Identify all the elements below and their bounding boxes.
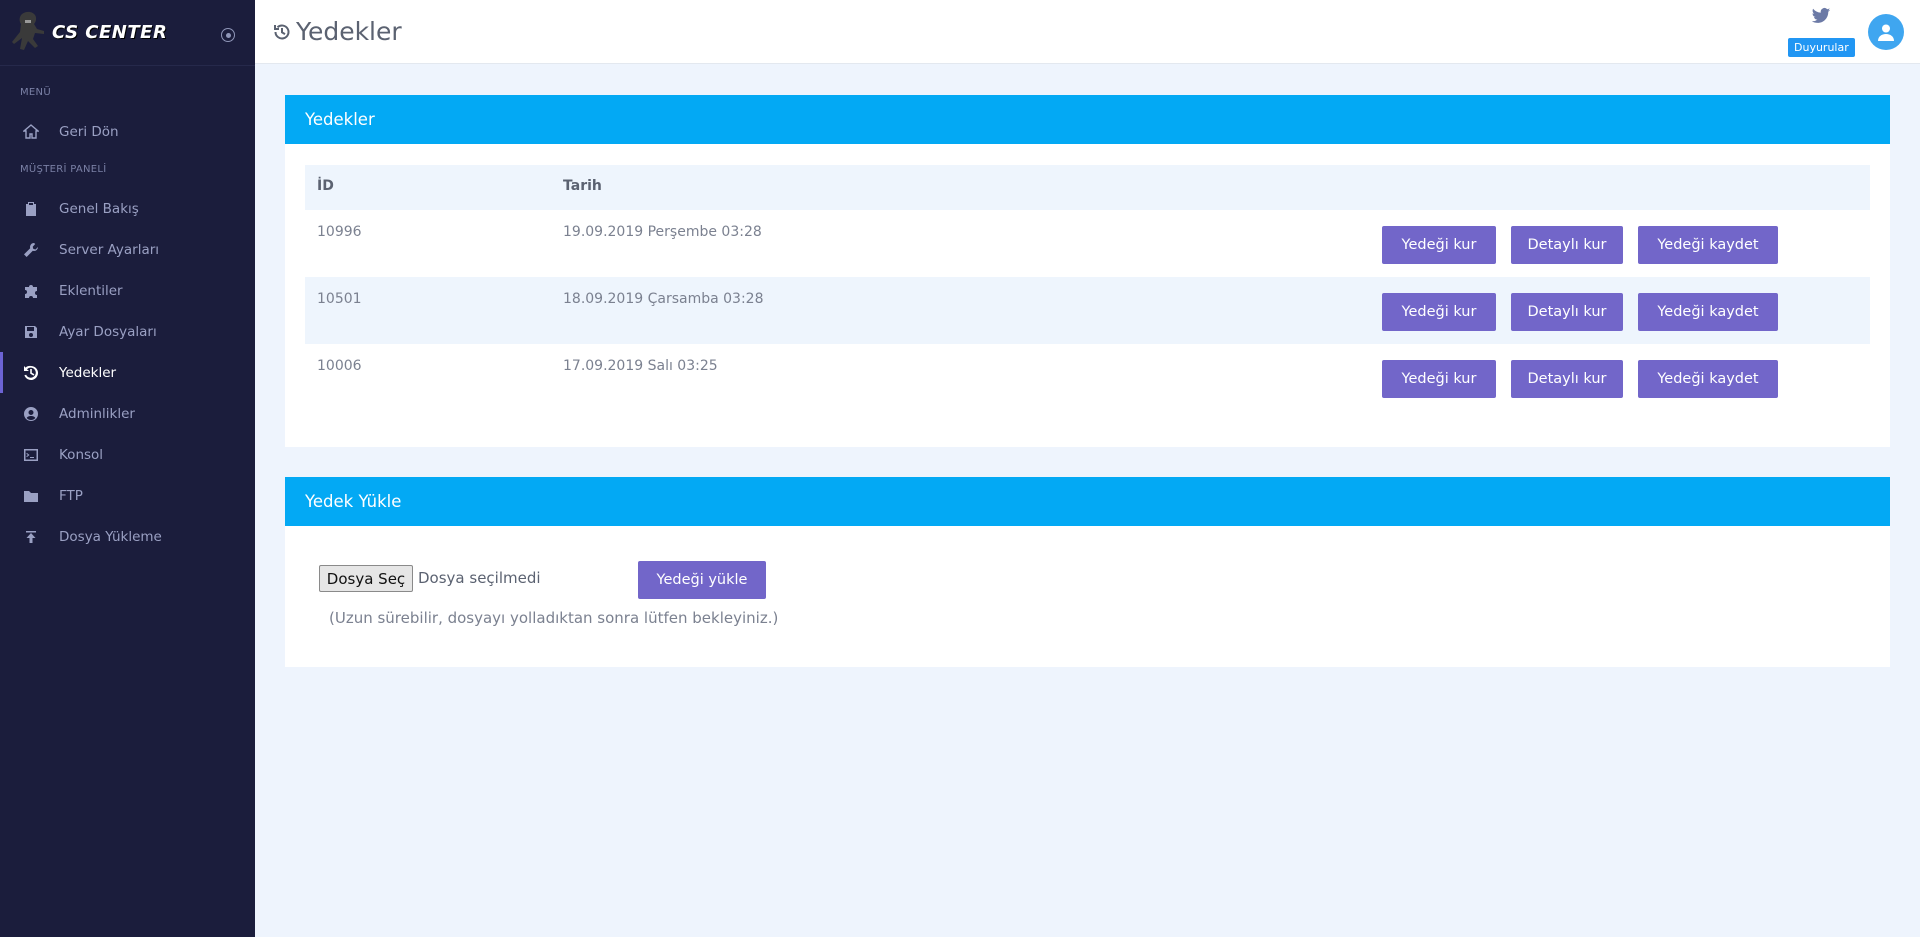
- restore-button[interactable]: Yedeği kur: [1382, 226, 1496, 264]
- backups-card: Yedekler İD Tarih 10996 19.09.2019 Perşe…: [285, 95, 1890, 447]
- table-header: İD Tarih: [305, 165, 1870, 210]
- brand: CS CENTER: [0, 0, 255, 66]
- sidebar-item-genel-bakis[interactable]: Genel Bakış: [0, 188, 255, 229]
- sidebar-item-label: FTP: [59, 487, 83, 504]
- sidebar-item-yedekler[interactable]: Yedekler: [0, 352, 255, 393]
- restore-button[interactable]: Yedeği kur: [1382, 360, 1496, 398]
- row-id: 10501: [317, 291, 362, 307]
- backups-table: İD Tarih 10996 19.09.2019 Perşembe 03:28…: [305, 165, 1870, 411]
- brand-name: CS CENTER: [52, 22, 168, 43]
- column-date: Tarih: [563, 178, 602, 194]
- sidebar-toggle-icon[interactable]: [221, 28, 235, 42]
- detailed-restore-button[interactable]: Detaylı kur: [1511, 293, 1623, 331]
- upload-backup-button[interactable]: Yedeği yükle: [638, 561, 766, 599]
- sidebar-item-konsol[interactable]: Konsol: [0, 434, 255, 475]
- save-backup-button[interactable]: Yedeği kaydet: [1638, 293, 1778, 331]
- sidebar-item-label: Geri Dön: [59, 123, 119, 140]
- table-row: 10501 18.09.2019 Çarsamba 03:28 Yedeği k…: [305, 277, 1870, 344]
- sidebar-item-label: Dosya Yükleme: [59, 528, 162, 545]
- terminal-icon: [22, 446, 40, 464]
- row-date: 17.09.2019 Salı 03:25: [563, 358, 718, 374]
- row-id: 10996: [317, 224, 362, 240]
- backups-card-title: Yedekler: [285, 95, 1890, 144]
- floppy-icon: [22, 323, 40, 341]
- sidebar-item-ayar-dosyalari[interactable]: Ayar Dosyaları: [0, 311, 255, 352]
- sidebar-item-label: Server Ayarları: [59, 241, 160, 258]
- sidebar-item-eklentiler[interactable]: Eklentiler: [0, 270, 255, 311]
- file-status: Dosya seçilmedi: [418, 569, 541, 587]
- sidebar-item-label: Konsol: [59, 446, 104, 463]
- history-icon: [22, 364, 40, 382]
- logo[interactable]: CS CENTER: [8, 8, 167, 58]
- twitter-icon[interactable]: [1811, 6, 1831, 26]
- detailed-restore-button[interactable]: Detaylı kur: [1511, 226, 1623, 264]
- sidebar-item-label: Adminlikler: [59, 405, 135, 422]
- choose-file-button[interactable]: Dosya Seç: [319, 565, 413, 592]
- column-id: İD: [317, 178, 334, 194]
- row-date: 18.09.2019 Çarsamba 03:28: [563, 291, 764, 307]
- page-title: Yedekler: [272, 17, 402, 46]
- page-title-text: Yedekler: [296, 17, 402, 46]
- save-backup-button[interactable]: Yedeği kaydet: [1638, 226, 1778, 264]
- upload-card: Yedek Yükle Dosya Seç Dosya seçilmedi Ye…: [285, 477, 1890, 667]
- history-icon: [274, 24, 290, 39]
- upload-card-title: Yedek Yükle: [285, 477, 1890, 526]
- detailed-restore-button[interactable]: Detaylı kur: [1511, 360, 1623, 398]
- row-id: 10006: [317, 358, 362, 374]
- user-circle-icon: [22, 405, 40, 423]
- top-header: Yedekler Duyurular: [255, 0, 1920, 64]
- upload-note: (Uzun sürebilir, dosyayı yolladıktan son…: [329, 609, 779, 627]
- sidebar-item-label: Eklentiler: [59, 282, 123, 299]
- announcements-badge[interactable]: Duyurular: [1788, 38, 1855, 57]
- sidebar-item-label: Genel Bakış: [59, 200, 139, 217]
- section-menu: MENÜ: [20, 87, 51, 98]
- section-panel: MÜŞTERİ PANELİ: [20, 164, 107, 175]
- sidebar-item-label: Ayar Dosyaları: [59, 323, 157, 340]
- upload-icon: [22, 528, 40, 546]
- user-icon: [1878, 24, 1894, 41]
- row-date: 19.09.2019 Perşembe 03:28: [563, 224, 762, 240]
- sidebar-item-dosya-yukleme[interactable]: Dosya Yükleme: [0, 516, 255, 557]
- sidebar-item-geri-don[interactable]: Geri Dön: [0, 111, 255, 152]
- sidebar-item-ftp[interactable]: FTP: [0, 475, 255, 516]
- sidebar: CS CENTER MENÜ Geri Dön MÜŞTERİ PANELİ G…: [0, 0, 255, 937]
- avatar[interactable]: [1868, 14, 1904, 50]
- restore-button[interactable]: Yedeği kur: [1382, 293, 1496, 331]
- wrench-icon: [22, 241, 40, 259]
- table-row: 10996 19.09.2019 Perşembe 03:28 Yedeği k…: [305, 210, 1870, 277]
- logo-figure-icon: [8, 8, 50, 58]
- sidebar-item-adminlikler[interactable]: Adminlikler: [0, 393, 255, 434]
- sidebar-item-label: Yedekler: [59, 364, 117, 381]
- clipboard-icon: [22, 200, 40, 218]
- table-row: 10006 17.09.2019 Salı 03:25 Yedeği kur D…: [305, 344, 1870, 411]
- home-icon: [22, 123, 40, 141]
- folder-icon: [22, 487, 40, 505]
- puzzle-icon: [22, 282, 40, 300]
- save-backup-button[interactable]: Yedeği kaydet: [1638, 360, 1778, 398]
- sidebar-item-server-ayarlari[interactable]: Server Ayarları: [0, 229, 255, 270]
